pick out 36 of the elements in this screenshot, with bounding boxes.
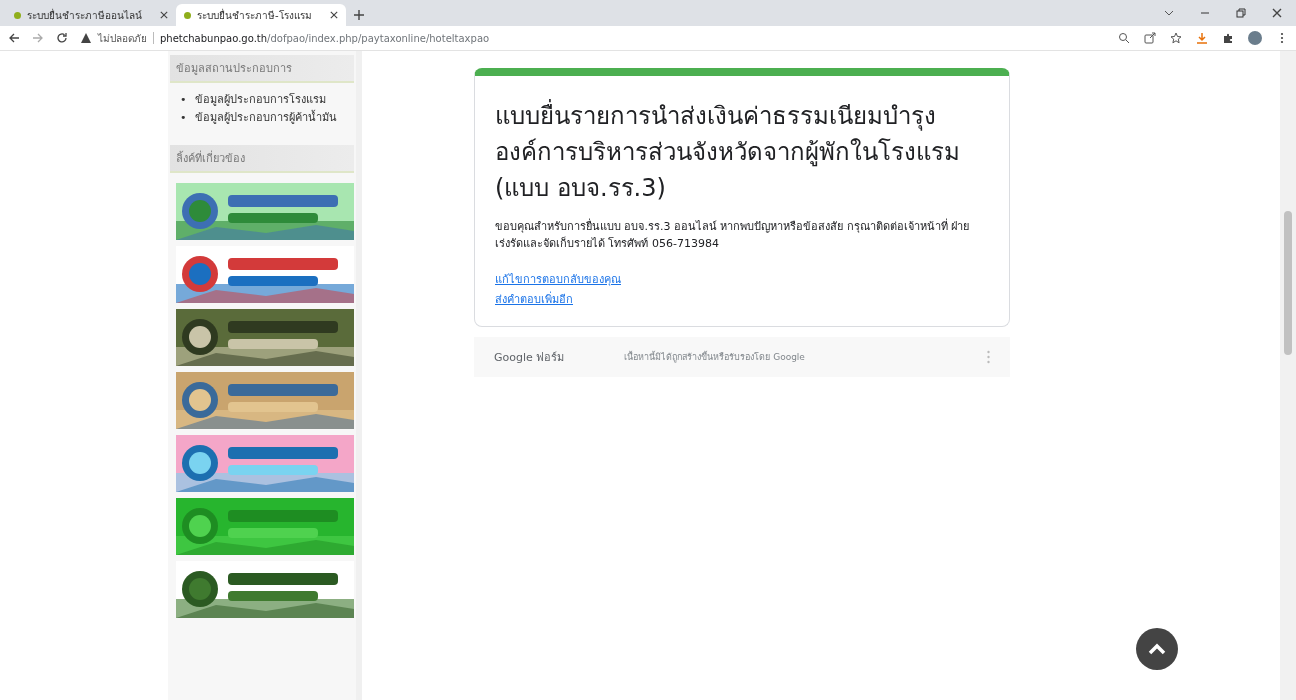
disclaimer-text: เนื้อหานี้มิได้ถูกสร้างขึ้นหรือรับรองโดย Google [624, 350, 805, 364]
star-icon[interactable] [1170, 32, 1182, 44]
address-url[interactable]: phetchabunpao.go.th/dofpao/index.php/paytaxonline/hoteltaxpao [160, 32, 490, 44]
chevron-down-icon[interactable] [1164, 8, 1174, 18]
forms-logo[interactable]: Google ฟอร์ม [494, 348, 565, 366]
browser-tab[interactable]: ระบบยื่นชำระภาษีออนไลน์ [6, 4, 176, 26]
confirmation-message: ขอบคุณสำหรับการยื่นแบบ อบจ.รร.3 ออนไลน์ หากพบปัญหาหรือข้อสงสัย กรุณาติดต่อเจ้าหน้าที่ ฝ่ายเร่งรัดและจัดเก็บรายได้ โทรศัพท์ 056-713984 [495, 218, 971, 252]
close-icon[interactable] [160, 11, 168, 19]
close-icon[interactable] [1272, 8, 1282, 18]
zoom-icon[interactable] [1118, 32, 1130, 44]
reload-icon[interactable] [56, 32, 68, 44]
warning-icon[interactable] [80, 32, 92, 44]
form-link[interactable]: แก้ไขการตอบกลับของคุณ [495, 270, 621, 290]
download-icon[interactable] [1196, 32, 1208, 44]
section-heading: ข้อมูลสถานประกอบการ [170, 55, 354, 83]
puzzle-icon[interactable] [1222, 32, 1234, 44]
close-icon[interactable] [330, 11, 338, 19]
section-heading: ลิ้งค์ที่เกี่ยวข้อง [170, 145, 354, 173]
share-icon[interactable] [1144, 32, 1156, 44]
browser-tab[interactable]: ระบบยื่นชำระภาษี-โรงแรม [176, 4, 346, 26]
restore-icon[interactable] [1236, 8, 1246, 18]
avatar-icon[interactable] [1248, 31, 1262, 45]
bullet: • [180, 110, 187, 126]
sidebar-link[interactable]: ข้อมูลผู้ประกอบการผู้ค้าน้ำมัน [194, 109, 337, 127]
favicon-icon [184, 11, 191, 19]
back-icon[interactable] [8, 32, 20, 44]
scrollbar[interactable] [1280, 51, 1296, 700]
chevron-up-icon [1147, 642, 1167, 656]
bullet: • [180, 92, 187, 108]
new-tab-icon[interactable] [354, 10, 364, 20]
form-title: แบบยื่นรายการนำส่งเงินค่าธรรมเนียมบำรุงองค์การบริหารส่วนจังหวัดจากผู้พักในโรงแรม (แบบ อบจ.รร.3) [495, 98, 989, 206]
security-label[interactable]: ไม่ปลอดภัย [98, 30, 147, 46]
sidebar-link[interactable]: ข้อมูลผู้ประกอบการโรงแรม [194, 91, 326, 109]
form-link[interactable]: ส่งคำตอบเพิ่มอีก [495, 290, 573, 310]
scroll-top-button[interactable] [1136, 628, 1178, 670]
favicon-icon [14, 11, 21, 19]
